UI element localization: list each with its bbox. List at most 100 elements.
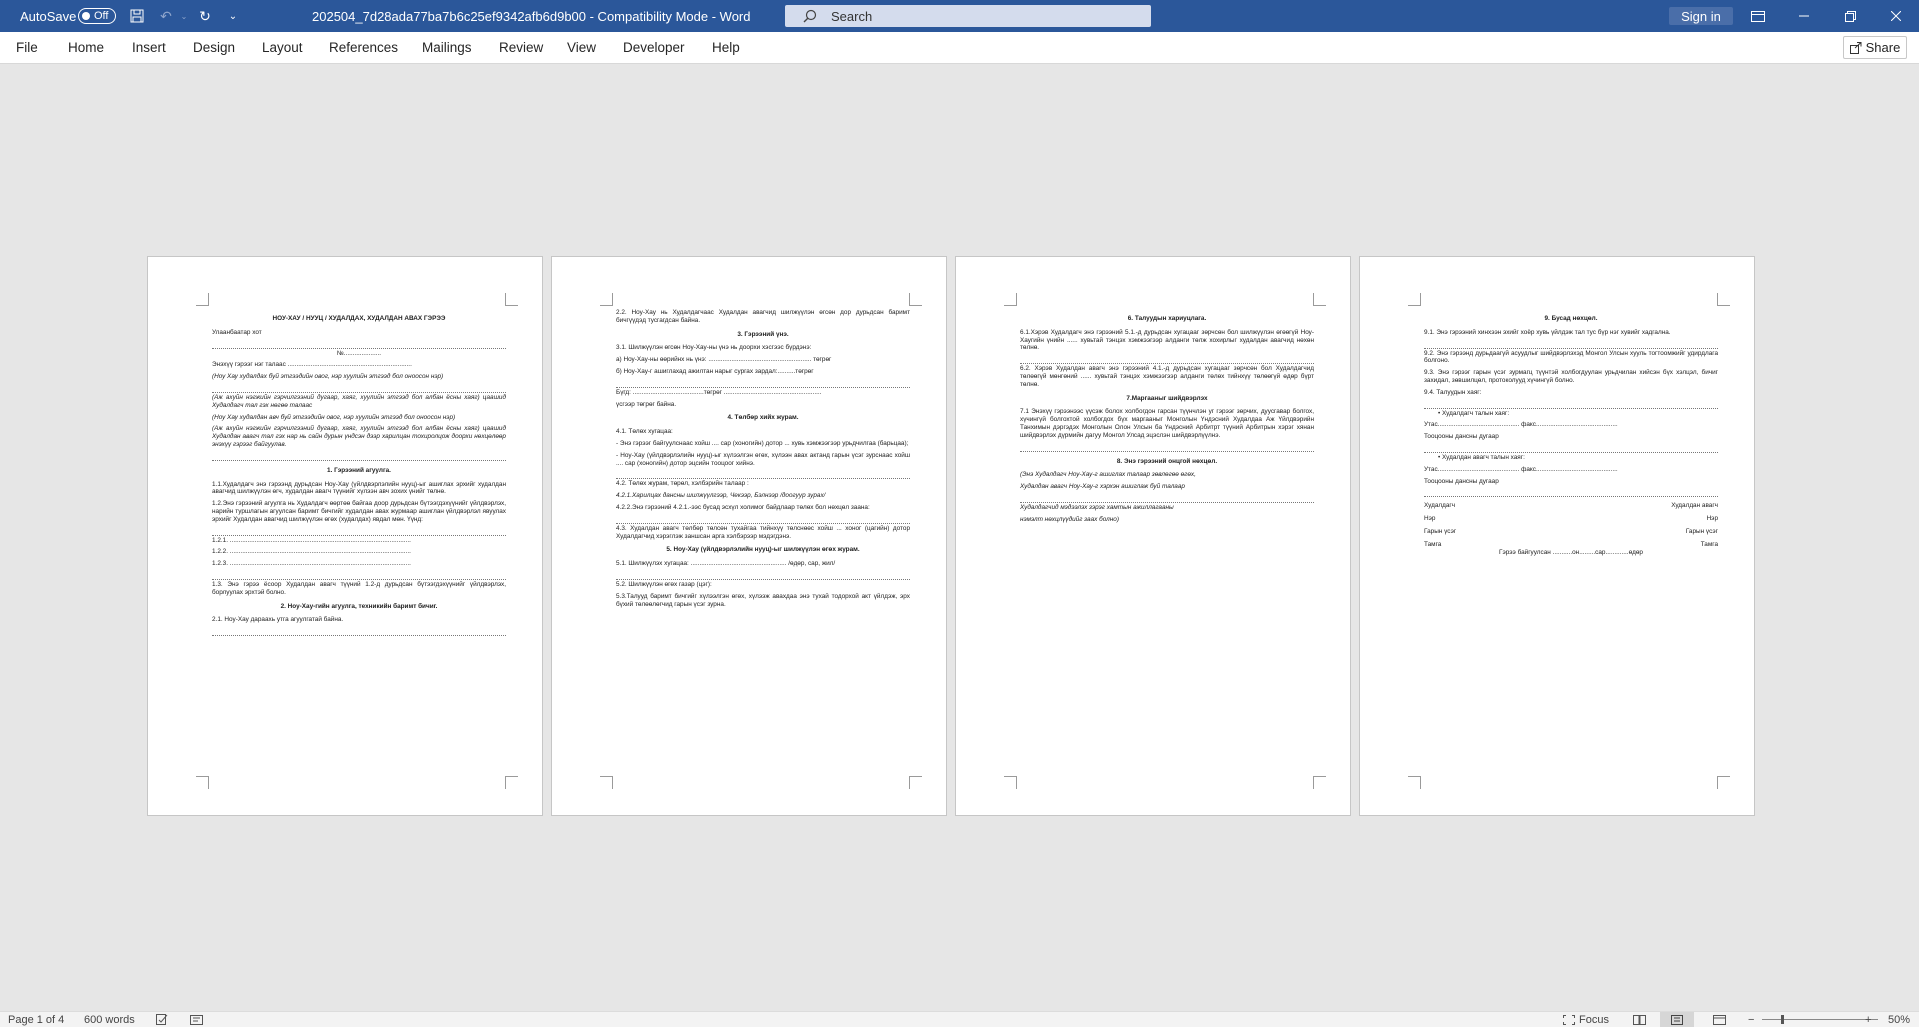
crop-mark	[1313, 293, 1326, 306]
restore-icon[interactable]	[1827, 0, 1873, 32]
crop-mark	[1717, 293, 1730, 306]
document-page-4[interactable]: 9. Бусад нөхцөл. 9.1. Энэ гэрээний хинхээ…	[1360, 257, 1754, 815]
document-title: 202504_7d28ada77ba7b6c25ef9342afb6d9b00 …	[312, 8, 751, 24]
tab-developer[interactable]: Developer	[623, 32, 685, 63]
centered-paragraph: Гэрээ байгуулсан ...........он.........с…	[1499, 548, 1643, 556]
dotted-fill-line	[212, 341, 506, 349]
body-paragraph: - Энэ гэрээг байгуулснаас хойш .... сар …	[616, 439, 909, 447]
body-paragraph: а) Ноу-Хау-ны өөрийнх нь үнэ: ..........…	[616, 356, 832, 364]
signature-left: Гарын үсэг	[1424, 527, 1457, 535]
body-paragraph: 1.3. Энэ гэрээ ёсоор Худалдан авагч түүн…	[212, 580, 506, 596]
autosave-toggle[interactable]: Off	[78, 8, 116, 24]
body-paragraph: 2.2. Ноу-Хау нь Худалдагчаас Худалдан ав…	[616, 309, 910, 324]
focus-mode-icon[interactable]	[1563, 1012, 1575, 1027]
redo-icon[interactable]: ↻	[196, 0, 214, 32]
body-paragraph: Энэхүү гэрээг нэг талаас ...............…	[212, 361, 412, 369]
tab-design[interactable]: Design	[193, 32, 235, 63]
zoom-out-icon[interactable]: −	[1748, 1012, 1754, 1027]
section-heading: 9. Бусад нөхцөл.	[1544, 315, 1598, 322]
dotted-fill-line	[1424, 489, 1718, 498]
signin-button[interactable]: Sign in	[1669, 7, 1733, 25]
crop-mark	[505, 293, 518, 306]
body-paragraph: үсгээр төгрөг байна.	[616, 400, 677, 408]
dotted-fill-line	[212, 385, 506, 393]
web-layout-icon[interactable]	[1713, 1012, 1726, 1027]
print-layout-icon[interactable]	[1660, 1012, 1694, 1027]
zoom-slider-thumb[interactable]	[1781, 1015, 1784, 1024]
undo-dropdown-icon[interactable]: ⌄	[175, 0, 193, 32]
save-icon[interactable]	[128, 0, 146, 32]
word-count[interactable]: 600 words	[84, 1012, 135, 1027]
undo-icon[interactable]: ↶	[157, 0, 175, 32]
zoom-in-icon[interactable]: +	[1865, 1012, 1871, 1027]
body-paragraph: Бүгд: ..................................…	[616, 388, 822, 396]
tab-references[interactable]: References	[329, 32, 398, 63]
italic-paragraph: (Аж ахуйн нэгжийн гэрчилгээний дугаар, х…	[212, 425, 506, 448]
body-paragraph: Утас....................................…	[1424, 465, 1618, 473]
tab-help[interactable]: Help	[712, 32, 740, 63]
tab-insert[interactable]: Insert	[132, 32, 166, 63]
crop-mark	[1004, 776, 1017, 789]
signature-left: Тамга	[1424, 540, 1442, 548]
crop-mark	[909, 293, 922, 306]
share-button[interactable]: Share	[1843, 36, 1907, 59]
page-content: НОУ-ХАУ / НУУЦ / ХУДАЛДАХ, ХУДАЛДАН АВАХ…	[212, 309, 506, 637]
signature-right: Худалдан авагч	[1671, 502, 1718, 510]
tab-review[interactable]: Review	[499, 32, 543, 63]
italic-paragraph: Худалдагчид мэдээлэх зэрэг хамтын ажилла…	[1020, 503, 1174, 511]
body-paragraph: 1.2.1. .................................…	[212, 536, 411, 544]
ribbon-display-options-icon[interactable]	[1735, 0, 1781, 32]
close-icon[interactable]	[1873, 0, 1919, 32]
dotted-fill-line	[616, 471, 910, 480]
dotted-fill-line	[1424, 445, 1718, 453]
crop-mark	[600, 776, 613, 789]
dotted-fill-line	[616, 572, 910, 580]
tab-file[interactable]: File	[16, 32, 38, 63]
search-box[interactable]: Search	[785, 5, 1151, 27]
body-paragraph: 4.1. Төлөх хугацаа:	[616, 428, 673, 436]
signature-left: Нэр	[1424, 515, 1436, 523]
signature-right: Нэр	[1706, 515, 1718, 523]
document-page-3[interactable]: 6. Талуудын хариуцлага. 6.1.Хэрэв Худалда…	[956, 257, 1350, 815]
section-heading: 2. Ноу-Хау-гийн агуулга, техникийн барим…	[280, 602, 438, 610]
title-bar: AutoSave Off ↶ ⌄ ↻ ⌄ 202504_7d28ada77ba7…	[0, 0, 1919, 32]
body-paragraph: Тооцооны дансны дугаар	[1424, 433, 1499, 441]
tab-view[interactable]: View	[567, 32, 596, 63]
section-heading: 8. Энэ гэрээний онцгой нөхцөл.	[1116, 457, 1218, 465]
autosave-label: AutoSave	[20, 8, 77, 24]
crop-mark	[196, 776, 209, 789]
document-page-1[interactable]: НОУ-ХАУ / НУУЦ / ХУДАЛДАХ, ХУДАЛДАН АВАХ…	[148, 257, 542, 815]
signature-right: Гарын үсэг	[1685, 527, 1718, 535]
read-mode-icon[interactable]	[1633, 1012, 1646, 1027]
tab-home[interactable]: Home	[68, 32, 104, 63]
macro-recording-icon[interactable]	[190, 1012, 203, 1027]
body-paragraph: 5.1. Шилжүүлэх хугацаа: ................…	[616, 560, 836, 568]
status-bar: Page 1 of 4 600 words Focus − + 50%	[0, 1011, 1919, 1027]
tab-mailings[interactable]: Mailings	[422, 32, 472, 63]
body-paragraph: Тооцооны дансны дугаар	[1424, 477, 1499, 485]
body-paragraph: 7.1 Энэхүү гэрээнээс үүсэж болох холбогд…	[1020, 408, 1314, 439]
page-count[interactable]: Page 1 of 4	[8, 1012, 64, 1027]
body-paragraph: 6.1.Хэрэв Худалдагч энэ гэрээний 5.1.-д …	[1020, 328, 1314, 352]
crop-mark	[909, 776, 922, 789]
zoom-level[interactable]: 50%	[1888, 1012, 1910, 1027]
proofing-icon[interactable]	[156, 1012, 168, 1027]
body-paragraph: 4.2.2.Энэ гэрээний 4.2.1.-ээс бусад эсхү…	[616, 503, 870, 511]
zoom-slider-track[interactable]	[1762, 1019, 1878, 1020]
signature-left: Худалдагч	[1424, 502, 1456, 510]
tab-layout[interactable]: Layout	[262, 32, 303, 63]
document-page-2[interactable]: 2.2. Ноу-Хау нь Худалдагчаас Худалдан ав…	[552, 257, 946, 815]
crop-mark	[1408, 293, 1421, 306]
dotted-fill-line	[1424, 401, 1718, 409]
body-paragraph: 3.1. Шилжүүлэн өгсөн Ноу-Хау-ны үнэ нь д…	[616, 344, 812, 352]
minimize-icon[interactable]	[1781, 0, 1827, 32]
body-paragraph: 2.1. Ноу-Хау дараахь утга агуулгатай бай…	[212, 616, 344, 624]
customize-toolbar-icon[interactable]: ⌄	[224, 0, 242, 32]
centered-paragraph: №.....................	[336, 349, 382, 357]
share-icon	[1849, 41, 1862, 54]
section-heading: 3. Гэрээний үнэ.	[737, 330, 789, 338]
section-heading: 4. Төлбөр хийх журам.	[727, 414, 799, 422]
focus-button[interactable]: Focus	[1579, 1012, 1609, 1027]
body-paragraph: 9.1. Энэ гэрээний хинхээн эхийг хоёр хув…	[1424, 328, 1671, 336]
italic-paragraph: 4.2.1.Харилцах дансны шилжүүлгээр, Чекээ…	[616, 492, 826, 500]
